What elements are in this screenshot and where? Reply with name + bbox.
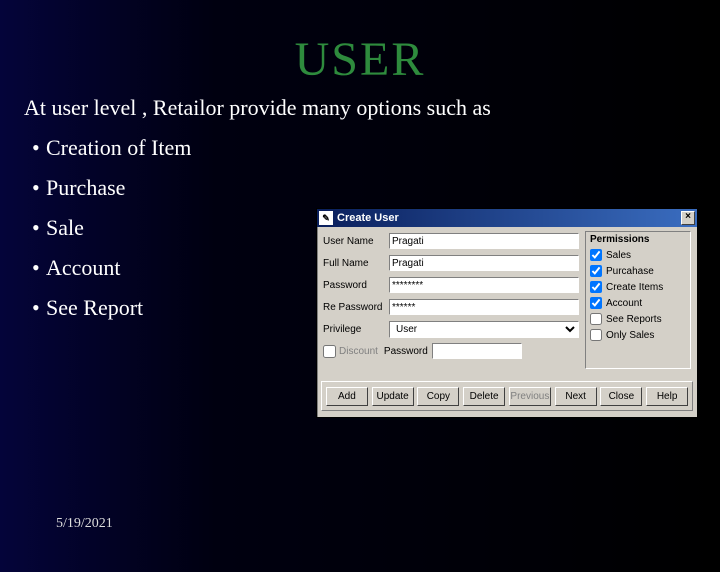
copy-button[interactable]: Copy <box>417 387 459 406</box>
fullname-label: Full Name <box>323 258 389 269</box>
bullet-label: Purchase <box>46 175 125 200</box>
create-user-dialog: ✎ Create User × User Name Full Name Pass… <box>316 208 698 418</box>
discount-password-label: Password <box>384 346 428 357</box>
bullet-label: Sale <box>46 215 84 240</box>
next-button[interactable]: Next <box>555 387 597 406</box>
perm-purchase-checkbox[interactable] <box>590 265 602 277</box>
password-input[interactable] <box>389 277 579 293</box>
slide-date: 5/19/2021 <box>56 516 113 532</box>
discount-label: Discount <box>339 346 378 357</box>
perm-label: Only Sales <box>606 330 654 341</box>
permissions-group: Permissions Sales Purcahase Create Items… <box>585 231 691 369</box>
perm-label: Create Items <box>606 282 663 293</box>
username-input[interactable] <box>389 233 579 249</box>
list-item: •Creation of Item <box>32 135 720 161</box>
update-button[interactable]: Update <box>372 387 414 406</box>
form-area: User Name Full Name Password Re Password… <box>323 231 579 363</box>
slide-title: USER <box>0 32 720 87</box>
dialog-titlebar[interactable]: ✎ Create User × <box>317 209 697 227</box>
username-label: User Name <box>323 236 389 247</box>
perm-seereports-checkbox[interactable] <box>590 313 602 325</box>
list-item: •Purchase <box>32 175 720 201</box>
bullet-label: Account <box>46 255 121 280</box>
slide-subtitle: At user level , Retailor provide many op… <box>24 95 720 121</box>
permissions-title: Permissions <box>590 234 686 245</box>
password-label: Password <box>323 280 389 291</box>
perm-onlysales-checkbox[interactable] <box>590 329 602 341</box>
repassword-input[interactable] <box>389 299 579 315</box>
close-icon[interactable]: × <box>681 211 695 225</box>
perm-label: Account <box>606 298 642 309</box>
perm-sales-checkbox[interactable] <box>590 249 602 261</box>
perm-account-checkbox[interactable] <box>590 297 602 309</box>
discount-password-input[interactable] <box>432 343 522 359</box>
help-button[interactable]: Help <box>646 387 688 406</box>
perm-label: Purcahase <box>606 266 654 277</box>
privilege-select[interactable]: User <box>389 321 579 338</box>
bullet-label: See Report <box>46 295 143 320</box>
perm-createitems-checkbox[interactable] <box>590 281 602 293</box>
add-button[interactable]: Add <box>326 387 368 406</box>
app-icon: ✎ <box>319 211 333 225</box>
discount-checkbox[interactable] <box>323 345 336 358</box>
button-bar: Add Update Copy Delete Previous Next Clo… <box>321 381 693 411</box>
perm-label: Sales <box>606 250 631 261</box>
privilege-label: Privilege <box>323 324 389 335</box>
dialog-title: Create User <box>337 212 681 224</box>
close-button[interactable]: Close <box>600 387 642 406</box>
previous-button[interactable]: Previous <box>509 387 551 406</box>
repassword-label: Re Password <box>323 302 389 313</box>
fullname-input[interactable] <box>389 255 579 271</box>
perm-label: See Reports <box>606 314 662 325</box>
delete-button[interactable]: Delete <box>463 387 505 406</box>
bullet-label: Creation of Item <box>46 135 191 160</box>
